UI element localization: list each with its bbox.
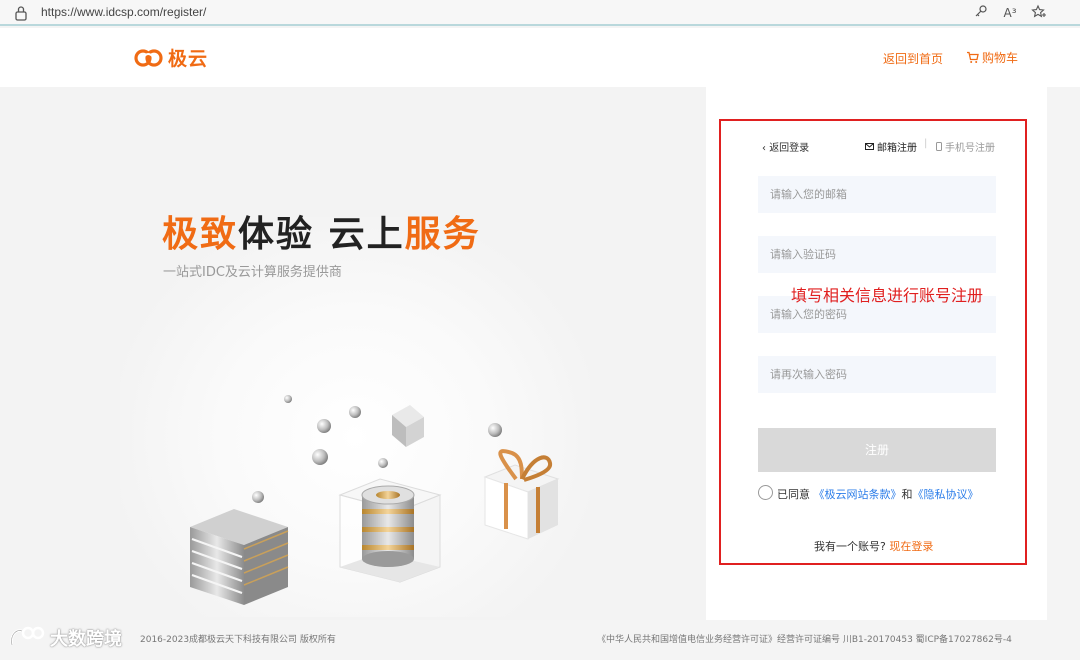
server-stack <box>190 509 289 605</box>
gift-box <box>483 449 560 540</box>
hero-title-part3: 云上 <box>328 214 405 255</box>
key-icon[interactable] <box>972 4 990 22</box>
hero-illustration <box>190 395 560 605</box>
tab-phone-register[interactable]: 手机号注册 <box>936 139 995 154</box>
url-text[interactable]: https://www.idcsp.com/register/ <box>41 5 206 19</box>
floating-ball <box>317 419 331 433</box>
nav-cart-link[interactable]: 购物车 <box>966 49 1018 66</box>
hero-title-part2: 体验 <box>238 214 315 255</box>
logo-icon <box>134 49 163 67</box>
tab-phone-label: 手机号注册 <box>945 143 995 154</box>
floating-ball <box>312 449 328 465</box>
agree-checkbox[interactable] <box>758 485 773 500</box>
lock-icon <box>15 6 27 21</box>
footer-copyright: 2016-2023成都极云天下科技有限公司 版权所有 <box>140 635 336 645</box>
database-glass-box <box>338 478 442 583</box>
hero-subtitle: 一站式IDC及云计算服务提供商 <box>163 265 342 280</box>
floating-ball <box>488 423 502 437</box>
watermark: 大数跨境 <box>8 625 122 651</box>
agree-prefix: 已同意 <box>777 488 810 501</box>
annotation-text: 填写相关信息进行账号注册 <box>791 286 984 305</box>
tab-email-register[interactable]: 邮箱注册 <box>865 139 917 154</box>
floating-cube <box>392 405 424 447</box>
agree-text: 已同意 《极云网站条款》和《隐私协议》 <box>777 486 979 502</box>
floating-ball <box>284 395 292 403</box>
password-confirm-field[interactable]: 请再次输入密码 <box>758 356 996 393</box>
hero-title: 极致体验 云上服务 <box>162 205 481 257</box>
floating-ball <box>378 458 388 468</box>
nav-cart-label: 购物车 <box>982 51 1019 65</box>
have-account-label: 我有一个账号? <box>814 540 886 553</box>
browser-address-bar: https://www.idcsp.com/register/ A³ <box>0 0 1080 26</box>
floating-ball <box>252 491 264 503</box>
tab-separator: | <box>924 138 928 149</box>
logo-text: 极云 <box>168 47 209 70</box>
read-aloud-icon[interactable]: A³ <box>1001 4 1019 22</box>
register-button[interactable]: 注册 <box>758 428 996 472</box>
footer-license: 《中华人民共和国增值电信业务经营许可证》经营许可证编号 川B1-20170453… <box>597 635 1012 645</box>
terms-link[interactable]: 《极云网站条款》 <box>814 488 902 501</box>
phone-icon <box>936 142 942 151</box>
hero-banner: 极致体验 云上服务 一站式IDC及云计算服务提供商 <box>0 87 706 620</box>
tab-email-label: 邮箱注册 <box>877 143 917 154</box>
hero-title-part1: 极致 <box>162 214 239 255</box>
verification-code-field[interactable]: 请输入验证码 <box>758 236 996 273</box>
nav-home-link[interactable]: 返回到首页 <box>883 50 943 67</box>
favorite-icon[interactable] <box>1030 4 1048 22</box>
have-account-text: 我有一个账号? 现在登录 <box>814 538 933 554</box>
mail-icon <box>865 143 874 150</box>
watermark-text: 大数跨境 <box>50 629 122 650</box>
cart-icon <box>967 51 979 63</box>
logo[interactable]: 极云 <box>134 44 208 70</box>
watermark-logo-icon <box>10 626 45 646</box>
email-field[interactable]: 请输入您的邮箱 <box>758 176 996 213</box>
privacy-link[interactable]: 《隐私协议》 <box>913 488 979 501</box>
login-now-link[interactable]: 现在登录 <box>889 540 933 553</box>
back-login-label: 返回登录 <box>769 143 810 154</box>
agree-and: 和 <box>901 488 913 501</box>
site-header: 极云 返回到首页 购物车 <box>0 28 1080 87</box>
hero-title-part4: 服务 <box>404 214 481 255</box>
floating-ball <box>349 406 361 418</box>
back-to-login-link[interactable]: ‹ 返回登录 <box>762 139 809 154</box>
